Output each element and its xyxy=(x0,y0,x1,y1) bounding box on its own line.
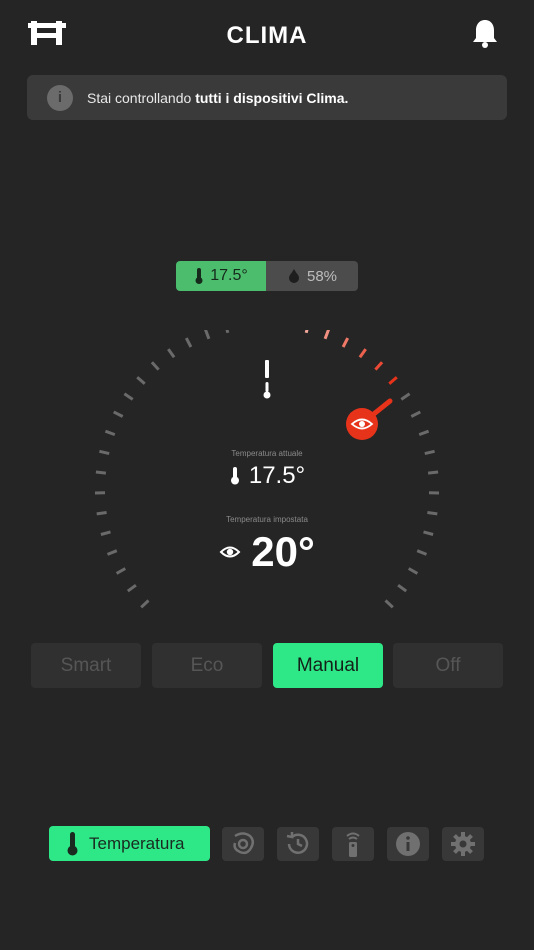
set-temperature-label: Temperatura impostata xyxy=(226,515,308,524)
fan-icon xyxy=(233,832,254,855)
thermometer-icon xyxy=(230,467,239,485)
dial-tick xyxy=(126,583,137,593)
status-pill: 17.5° 58% xyxy=(176,261,358,291)
set-temperature-value: 20° xyxy=(251,528,315,575)
dial-tick xyxy=(123,392,134,401)
dial-tick xyxy=(96,511,107,516)
current-temperature-value: 17.5° xyxy=(248,462,306,489)
banner-text: Stai controllando tutti i dispositivi Cl… xyxy=(87,90,348,106)
target-icon xyxy=(219,546,241,558)
tab-history[interactable] xyxy=(277,827,319,861)
droplet-icon xyxy=(288,269,299,283)
info-icon: i xyxy=(47,84,73,111)
info-banner: i Stai controllando tutti i dispositivi … xyxy=(27,75,507,120)
page-title: CLIMA xyxy=(226,22,308,49)
current-temperature-marker xyxy=(263,360,271,399)
current-temperature-label: Temperatura attuale xyxy=(231,449,303,458)
dial-tick xyxy=(167,348,176,359)
tab-fan[interactable] xyxy=(222,827,264,861)
thermometer-icon xyxy=(67,831,78,855)
dial-tick xyxy=(104,429,116,437)
dial-tick xyxy=(113,410,124,418)
gear-icon xyxy=(451,832,475,856)
mode-manual-button[interactable]: Manual xyxy=(273,643,383,688)
temperature-status-value: 17.5° xyxy=(210,267,248,284)
info-icon xyxy=(396,832,420,856)
dial-tick xyxy=(388,376,398,385)
remote-icon xyxy=(346,832,360,857)
humidity-status: 58% xyxy=(266,261,358,291)
dial-tick xyxy=(397,583,408,593)
dial-tick xyxy=(136,376,146,385)
dial-tick xyxy=(410,410,421,418)
dial-tick xyxy=(358,348,367,359)
banner-prefix: Stai controllando xyxy=(87,89,196,106)
tab-remote[interactable] xyxy=(332,827,374,861)
history-icon xyxy=(286,832,309,854)
dial-tick xyxy=(418,429,430,437)
bell-icon[interactable] xyxy=(468,16,502,50)
dial-tick xyxy=(304,330,309,334)
dial-tick xyxy=(384,599,394,609)
dial-tick xyxy=(204,330,211,340)
current-temperature-row: 17.5° xyxy=(0,462,534,490)
set-temperature-row: 20° xyxy=(0,528,534,576)
dial-tick xyxy=(184,337,193,348)
mode-eco-button[interactable]: Eco xyxy=(152,643,262,688)
tab-settings[interactable] xyxy=(442,827,484,861)
dial-tick xyxy=(427,511,438,516)
tab-temperatura-label: Temperatura xyxy=(89,833,185,853)
humidity-status-value: 58% xyxy=(306,267,338,285)
dial-tick xyxy=(140,599,150,609)
dial-tick xyxy=(341,337,350,348)
dial-tick xyxy=(400,392,411,401)
dial-tick xyxy=(323,330,330,340)
mode-smart-button[interactable]: Smart xyxy=(31,643,141,688)
temperature-status: 17.5° xyxy=(176,261,266,291)
mode-off-button[interactable]: Off xyxy=(393,643,503,688)
banner-bold: tutti i dispositivi Clima. xyxy=(195,89,349,106)
dial-tick xyxy=(225,330,230,334)
dial-tick xyxy=(150,361,160,371)
dial-tick xyxy=(374,361,384,371)
setpoint-handle[interactable] xyxy=(346,398,393,440)
tab-temperatura[interactable]: Temperatura xyxy=(49,826,210,861)
tab-info[interactable] xyxy=(387,827,429,861)
thermometer-icon xyxy=(195,268,203,284)
